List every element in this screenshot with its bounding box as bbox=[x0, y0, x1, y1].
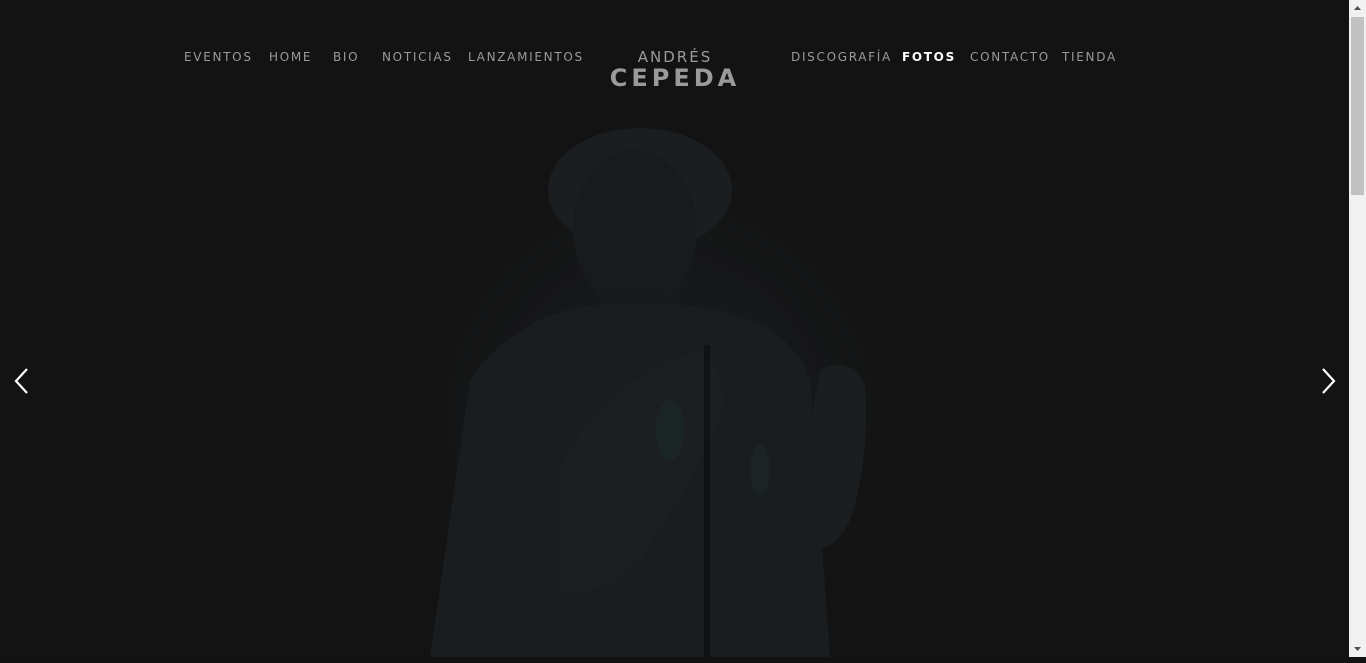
scroll-up-button[interactable] bbox=[1349, 0, 1366, 17]
main-navigation: EVENTOS HOME BIO NOTICIAS LANZAMIENTOS A… bbox=[0, 0, 1349, 110]
page-scrollbar[interactable] bbox=[1349, 0, 1366, 657]
scrollbar-thumb[interactable] bbox=[1351, 17, 1364, 195]
triangle-down-icon bbox=[1354, 647, 1361, 651]
nav-link-home[interactable]: HOME bbox=[269, 49, 312, 65]
nav-link-fotos[interactable]: FOTOS bbox=[902, 49, 956, 65]
logo-text-top: ANDRÉS bbox=[637, 48, 713, 66]
nav-link-bio[interactable]: BIO bbox=[333, 49, 359, 65]
page: EVENTOS HOME BIO NOTICIAS LANZAMIENTOS A… bbox=[0, 0, 1349, 657]
nav-link-contacto[interactable]: CONTACTO bbox=[970, 49, 1050, 65]
chevron-right-icon bbox=[1322, 368, 1336, 394]
nav-link-eventos[interactable]: EVENTOS bbox=[184, 49, 253, 65]
logo-text-bottom: CEPEDA bbox=[609, 64, 741, 92]
nav-link-lanzamientos[interactable]: LANZAMIENTOS bbox=[468, 49, 584, 65]
slider-next-button[interactable] bbox=[1316, 366, 1340, 396]
nav-link-noticias[interactable]: NOTICIAS bbox=[382, 49, 453, 65]
triangle-up-icon bbox=[1354, 6, 1361, 10]
nav-link-discografia[interactable]: DISCOGRAFÍA bbox=[791, 49, 892, 65]
slider-prev-button[interactable] bbox=[10, 366, 34, 396]
scroll-down-button[interactable] bbox=[1349, 640, 1366, 657]
site-logo[interactable]: ANDRÉS CEPEDA bbox=[604, 49, 746, 93]
nav-link-tienda[interactable]: TIENDA bbox=[1062, 49, 1117, 65]
chevron-left-icon bbox=[14, 368, 28, 394]
